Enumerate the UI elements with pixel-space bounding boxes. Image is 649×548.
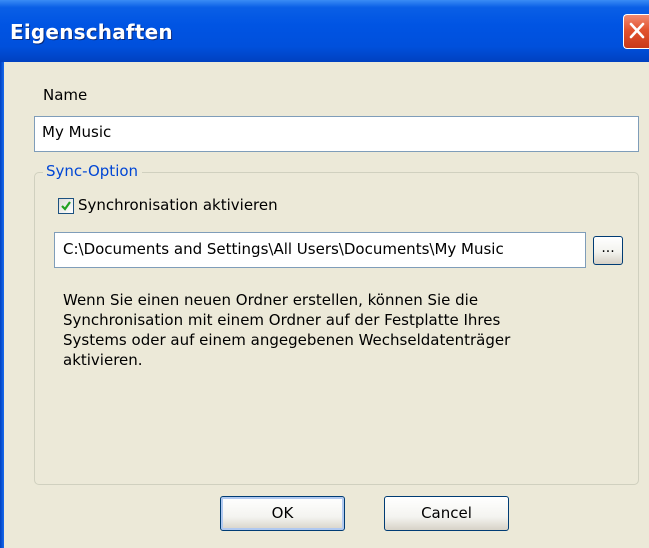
close-button[interactable]	[623, 14, 649, 49]
title-bar[interactable]: Eigenschaften	[0, 0, 649, 62]
sync-description: Wenn Sie einen neuen Ordner erstellen, k…	[63, 291, 511, 369]
sync-path-input[interactable]: C:\Documents and Settings\All Users\Docu…	[54, 232, 586, 268]
cancel-button[interactable]: Cancel	[384, 496, 509, 531]
sync-checkbox-label[interactable]: Synchronisation aktivieren	[78, 196, 278, 214]
ok-button[interactable]: OK	[220, 496, 345, 531]
sync-checkbox[interactable]	[58, 198, 74, 214]
sync-option-title: Sync-Option	[43, 162, 143, 180]
window-left-border	[0, 62, 4, 548]
name-label: Name	[43, 86, 88, 104]
name-input[interactable]: My Music	[34, 116, 639, 152]
browse-button[interactable]: ...	[593, 236, 623, 265]
window-title: Eigenschaften	[10, 20, 173, 44]
